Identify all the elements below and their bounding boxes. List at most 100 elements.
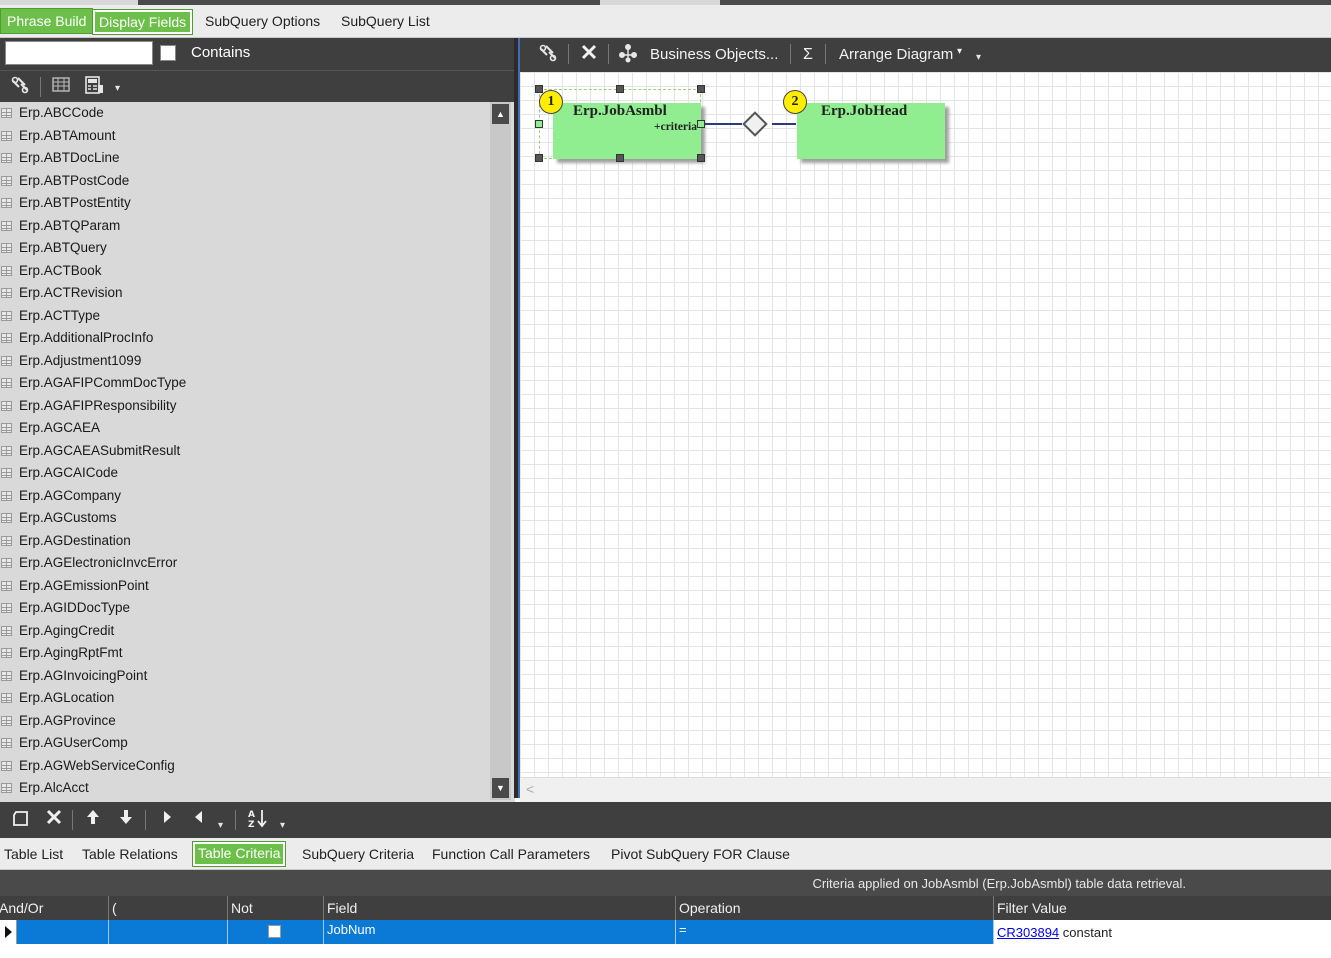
- tab-table-list[interactable]: Table List: [0, 841, 67, 867]
- scroll-down-icon[interactable]: ▼: [492, 778, 509, 798]
- list-item[interactable]: Erp.ACTBook: [0, 260, 490, 283]
- table-icon: [1, 175, 12, 186]
- indent-right-icon[interactable]: [155, 808, 179, 832]
- relation-diamond-icon[interactable]: [742, 111, 768, 137]
- column-header-operation[interactable]: Operation: [675, 896, 993, 920]
- link-icon[interactable]: [8, 75, 32, 99]
- list-item[interactable]: Erp.AgingRptFmt: [0, 642, 490, 665]
- list-item[interactable]: Erp.AGAFIPCommDocType: [0, 372, 490, 395]
- list-item[interactable]: Erp.ABTPostEntity: [0, 192, 490, 215]
- chevron-down-icon[interactable]: ▾: [280, 818, 290, 834]
- list-item[interactable]: Erp.ACTType: [0, 305, 490, 328]
- list-item[interactable]: Erp.AdditionalProcInfo: [0, 327, 490, 350]
- list-item[interactable]: Erp.AGAFIPResponsibility: [0, 395, 490, 418]
- tab-pivot-subquery[interactable]: Pivot SubQuery FOR Clause: [607, 841, 794, 867]
- query-diagram-canvas[interactable]: Erp.JobAsmbl +criteria 1 Erp.JobHead 2: [520, 72, 1331, 777]
- tab-subquery-options[interactable]: SubQuery Options: [199, 9, 326, 35]
- new-icon[interactable]: [9, 808, 33, 832]
- tab-function-call-parameters[interactable]: Function Call Parameters: [428, 841, 594, 867]
- list-item[interactable]: Erp.AGCAEASubmitResult: [0, 440, 490, 463]
- list-item[interactable]: Erp.AGWebServiceConfig: [0, 755, 490, 778]
- delete-icon[interactable]: [577, 43, 601, 67]
- criteria-info-text: Criteria applied on JobAsmbl (Erp.JobAsm…: [812, 876, 1186, 891]
- table-search-input[interactable]: [5, 41, 153, 65]
- table-icon: [1, 198, 12, 208]
- sigma-button[interactable]: Σ: [803, 46, 813, 64]
- table-name: Erp.AGDestination: [19, 532, 131, 548]
- list-item[interactable]: Erp.AGIDDocType: [0, 597, 490, 620]
- table-row[interactable]: JobNum = CR303894 constant: [0, 920, 1331, 944]
- list-item[interactable]: Erp.AlcAcct: [0, 777, 490, 800]
- table-node-jobasmbl[interactable]: Erp.JobAsmbl +criteria: [553, 103, 701, 159]
- diagram-horizontal-scrollbar[interactable]: <: [520, 777, 1331, 802]
- delete-icon[interactable]: [42, 808, 66, 832]
- list-item[interactable]: Erp.ABTQParam: [0, 215, 490, 238]
- list-item[interactable]: Erp.ACTRevision: [0, 282, 490, 305]
- not-checkbox[interactable]: [268, 925, 281, 938]
- table-node-jobhead[interactable]: Erp.JobHead: [797, 103, 945, 159]
- list-item[interactable]: Erp.AGCompany: [0, 485, 490, 508]
- tab-subquery-list[interactable]: SubQuery List: [335, 9, 436, 35]
- business-objects-button[interactable]: Business Objects...: [650, 46, 778, 63]
- tab-phrase-build[interactable]: Phrase Build: [0, 8, 94, 34]
- chevron-down-icon[interactable]: ▾: [218, 818, 228, 834]
- list-item[interactable]: Erp.AGProvince: [0, 710, 490, 733]
- list-item[interactable]: Erp.AGInvoicingPoint: [0, 665, 490, 688]
- list-item[interactable]: Erp.AGCAEA: [0, 417, 490, 440]
- contains-checkbox[interactable]: [160, 45, 176, 61]
- column-header-and-or[interactable]: And/Or: [0, 896, 108, 920]
- column-header-field[interactable]: Field: [323, 896, 675, 920]
- resize-handle[interactable]: [535, 154, 543, 162]
- table-list-scrollbar[interactable]: ▲ ▼: [490, 102, 511, 800]
- list-item[interactable]: Erp.AGElectronicInvcError: [0, 552, 490, 575]
- resize-handle[interactable]: [697, 154, 705, 162]
- list-item[interactable]: Erp.ABTDocLine: [0, 147, 490, 170]
- tab-table-relations[interactable]: Table Relations: [78, 841, 182, 867]
- cell-field[interactable]: JobNum: [323, 920, 675, 944]
- list-item[interactable]: Erp.Adjustment1099: [0, 350, 490, 373]
- resize-handle[interactable]: [616, 85, 624, 93]
- list-item[interactable]: Erp.ABTAmount: [0, 125, 490, 148]
- chevron-down-icon[interactable]: ▾: [976, 50, 986, 66]
- list-item[interactable]: Erp.AGCustoms: [0, 507, 490, 530]
- column-header-not[interactable]: Not: [227, 896, 323, 920]
- table-grid-icon[interactable]: [49, 75, 73, 99]
- cell-operation[interactable]: =: [675, 920, 993, 944]
- list-item[interactable]: Erp.AGUserComp: [0, 732, 490, 755]
- tab-subquery-criteria[interactable]: SubQuery Criteria: [298, 841, 418, 867]
- arrange-dropdown-icon[interactable]: ▾: [957, 46, 962, 57]
- resize-handle[interactable]: [535, 85, 543, 93]
- list-item[interactable]: Erp.AGCAICode: [0, 462, 490, 485]
- resize-handle[interactable]: [697, 120, 705, 128]
- indent-left-icon[interactable]: [187, 808, 211, 832]
- link-icon[interactable]: [536, 43, 560, 67]
- list-item[interactable]: Erp.ABCCode: [0, 102, 490, 125]
- scroll-up-icon[interactable]: ▲: [492, 104, 509, 124]
- resize-handle[interactable]: [616, 154, 624, 162]
- list-item[interactable]: Erp.AgingCredit: [0, 620, 490, 643]
- cell-paren[interactable]: [108, 920, 227, 944]
- move-down-icon[interactable]: [114, 808, 138, 832]
- column-header-filter-value[interactable]: Filter Value: [993, 896, 1331, 920]
- cell-filter-value[interactable]: CR303894 constant: [993, 920, 1331, 944]
- resize-handle[interactable]: [535, 120, 543, 128]
- calculator-icon[interactable]: [82, 75, 106, 99]
- row-indicator[interactable]: [0, 920, 17, 944]
- filter-value-link[interactable]: CR303894: [997, 925, 1059, 940]
- list-item[interactable]: Erp.AGEmissionPoint: [0, 575, 490, 598]
- sort-az-icon[interactable]: AZ: [246, 808, 270, 832]
- tab-table-criteria[interactable]: Table Criteria: [192, 841, 287, 867]
- business-objects-icon[interactable]: [616, 43, 640, 67]
- arrange-diagram-button[interactable]: Arrange Diagram: [839, 46, 953, 63]
- tab-display-fields[interactable]: Display Fields: [92, 9, 194, 35]
- chevron-down-icon[interactable]: ▾: [115, 81, 125, 97]
- scroll-left-icon[interactable]: <: [526, 781, 534, 797]
- move-up-icon[interactable]: [81, 808, 105, 832]
- list-item[interactable]: Erp.AGLocation: [0, 687, 490, 710]
- resize-handle[interactable]: [697, 85, 705, 93]
- column-header-paren[interactable]: (: [108, 896, 227, 920]
- list-item[interactable]: Erp.ABTQuery: [0, 237, 490, 260]
- svg-text:Z: Z: [248, 820, 255, 828]
- list-item[interactable]: Erp.AGDestination: [0, 530, 490, 553]
- list-item[interactable]: Erp.ABTPostCode: [0, 170, 490, 193]
